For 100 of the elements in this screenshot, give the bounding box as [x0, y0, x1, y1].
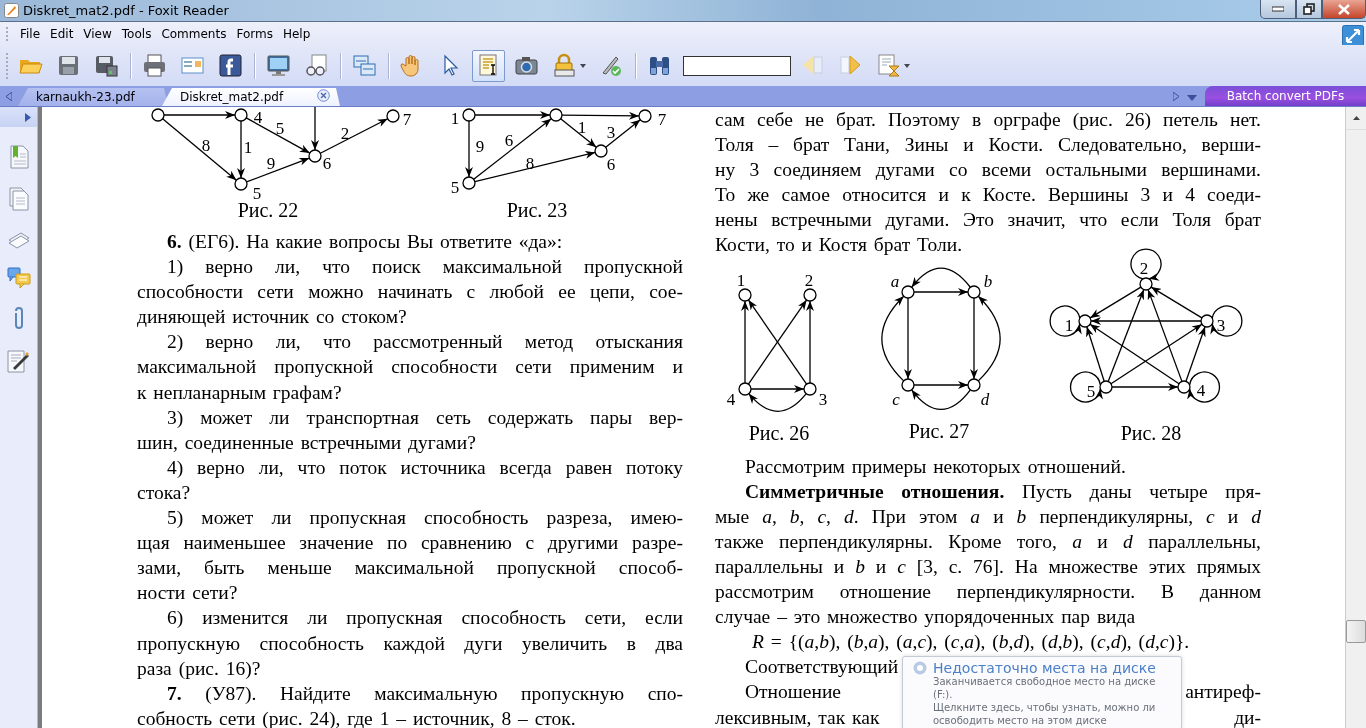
graph-node: [901, 377, 915, 392]
menu-item[interactable]: Comments: [156, 24, 232, 43]
edge-weight: 1: [243, 137, 253, 157]
text-line: Толя – брат Тани, Зины и Кости. Следовательно, верши-: [715, 133, 1261, 158]
node-label: 4: [253, 107, 263, 127]
graph-node: [738, 287, 752, 302]
text-line: ну 3 соединяем дугами со всеми остальными вершинами.: [715, 158, 1261, 183]
node-label: 3: [1216, 315, 1226, 335]
graph-node: [594, 144, 608, 158]
menu-item[interactable]: View: [78, 24, 117, 43]
scrollbar-thumb[interactable]: [1346, 620, 1366, 643]
app-logo-icon: [4, 3, 19, 18]
node-label: 5: [1086, 381, 1096, 401]
document-tab[interactable]: karnaukh-23.pdf: [18, 88, 168, 106]
node-label: 1: [1064, 315, 1074, 335]
text-line: мые a, b, c, d. При этом a и b перпендикулярны, c и d: [715, 504, 1261, 529]
text-line: 3) может ли транспортная сеть содержать пары вер-: [166, 405, 683, 430]
graph-node: [1078, 313, 1092, 328]
comments-icon[interactable]: [6, 267, 31, 289]
text-fragment: ди-: [1234, 705, 1261, 728]
caret-icon: [580, 63, 586, 68]
figure-caption: Рис. 23: [506, 199, 568, 221]
text-line: 5) может ли пропускная способность разреза, имею-: [166, 506, 683, 531]
text-fragment: Соответствующий: [745, 655, 899, 680]
text-line: R = {(a,b), (b,a), (a,c), (c,a), (b,d), (d,b), (c,d), (d,c)}.: [751, 630, 1191, 655]
node-label: 3: [818, 389, 828, 409]
window-title: Diskret_mat2.pdf - Foxit Reader: [23, 3, 229, 18]
scroll-left-icon[interactable]: [6, 92, 12, 101]
edge-weight: 6: [504, 130, 514, 150]
search-field[interactable]: [683, 55, 791, 76]
text-line: способности сети можно начинать с любой ее цепи, сое-: [137, 280, 683, 305]
text-line: нены встречными дугами. Это значит, что если Толя брат: [715, 208, 1261, 233]
document-pen-icon[interactable]: [6, 349, 31, 373]
node-label: 6: [322, 153, 332, 173]
edge-weight: 8: [201, 135, 211, 155]
restore-icon: [1303, 3, 1315, 15]
node-label: 6: [606, 154, 616, 174]
close-button[interactable]: [1322, 0, 1366, 19]
text-line: стока?: [137, 480, 192, 505]
node-label: d: [980, 389, 990, 409]
padlock-icon: [552, 53, 577, 78]
text-line: раза (рис. 16)?: [137, 656, 262, 681]
text-line: щая наименьшее значение по сравнению с другими разре-: [137, 531, 683, 556]
graph-node: [234, 177, 248, 191]
close-tab-icon[interactable]: [317, 89, 330, 102]
hourglass-document-icon: [876, 53, 901, 78]
menu-item[interactable]: Edit: [45, 24, 79, 43]
graph-node: [462, 176, 476, 190]
text-line: случае – это множество упорядоченных пар вида: [715, 605, 1137, 630]
text-line: пропускную способность каждой дуги увеличить в два: [137, 631, 683, 656]
text-line: 4) верно ли, что поток источника всегда равен потоку: [166, 455, 683, 480]
info-icon: [913, 661, 927, 675]
dropdown-caret-icon[interactable]: [1187, 95, 1197, 101]
text-line: 2) верно ли, что рассмотренный метод отыскания: [166, 330, 683, 355]
text-line: 7. (У87). Найдите максимальную пропускную спо-: [166, 681, 683, 706]
expand-panel-icon[interactable]: [25, 112, 31, 122]
pages-icon[interactable]: [7, 187, 30, 211]
node-label: 1: [736, 270, 746, 290]
text-line: рассмотрим отношение перпендикулярности. В данном: [715, 580, 1261, 605]
fullscreen-icon[interactable]: [1342, 24, 1364, 47]
node-label: b: [983, 271, 993, 291]
minimize-button[interactable]: [1260, 0, 1296, 19]
text-line: параллельны и b и c [3, с. 76]. На множестве этих прямых: [715, 554, 1261, 579]
floppy-disk-icon: [94, 53, 119, 78]
text-line: шин, соединенные встречными дугами?: [137, 430, 477, 455]
graph-node: [901, 284, 915, 299]
bookmark-page-icon[interactable]: [7, 145, 30, 169]
scroll-right-icon[interactable]: [1173, 92, 1179, 101]
batch-convert-button[interactable]: Batch convert PDFs: [1205, 86, 1366, 106]
graph-node: [1099, 379, 1113, 394]
printer-icon: [142, 53, 167, 78]
text-line: диняющей источник со стоком?: [137, 305, 408, 330]
edge-weight: 2: [340, 123, 350, 143]
text-line: То же самое относится и к Косте. Вершины 3 и 4 соеди-: [715, 183, 1261, 208]
text-line: сам себе не брат. Поэтому в орграфе (рис. 26) петель нет.: [715, 108, 1261, 132]
restore-button[interactable]: [1296, 0, 1322, 19]
graph-node: [803, 287, 817, 302]
menu-item[interactable]: Tools: [116, 24, 157, 43]
node-label: 7: [402, 109, 412, 129]
toolbar-button[interactable]: [472, 49, 505, 82]
menu-item[interactable]: File: [15, 24, 46, 43]
directed-edge: [1130, 248, 1162, 280]
edge-weight: 3: [606, 122, 616, 142]
menu-item[interactable]: Help: [277, 24, 316, 43]
node-label: 2: [804, 270, 814, 290]
notification-title[interactable]: Недостаточно места на диске: [933, 660, 1156, 676]
text-line: 6) изменится ли пропускная способность сети, если: [166, 606, 683, 631]
text-fragment: Отношение: [745, 680, 841, 705]
document-tab[interactable]: Diskret_mat2.pdf: [162, 88, 340, 106]
notification-text: Заканчивается свободное место на диске (F:).: [933, 676, 1157, 701]
text-fragment: лексивным, так как: [715, 705, 880, 728]
text-line: максимальной пропускной способности сети применим и: [137, 355, 683, 380]
notification-text: Щелкните здесь, чтобы узнать, можно ли освободить место на этом диске: [933, 702, 1157, 727]
edge-weight: 9: [266, 153, 276, 173]
edge-weight: 9: [475, 136, 485, 156]
directed-edge: [1049, 304, 1082, 337]
node-label: 7: [657, 109, 667, 129]
figure-caption: Рис. 26: [748, 421, 810, 444]
menu-item[interactable]: Forms: [231, 24, 278, 43]
graph-node: [738, 381, 752, 396]
